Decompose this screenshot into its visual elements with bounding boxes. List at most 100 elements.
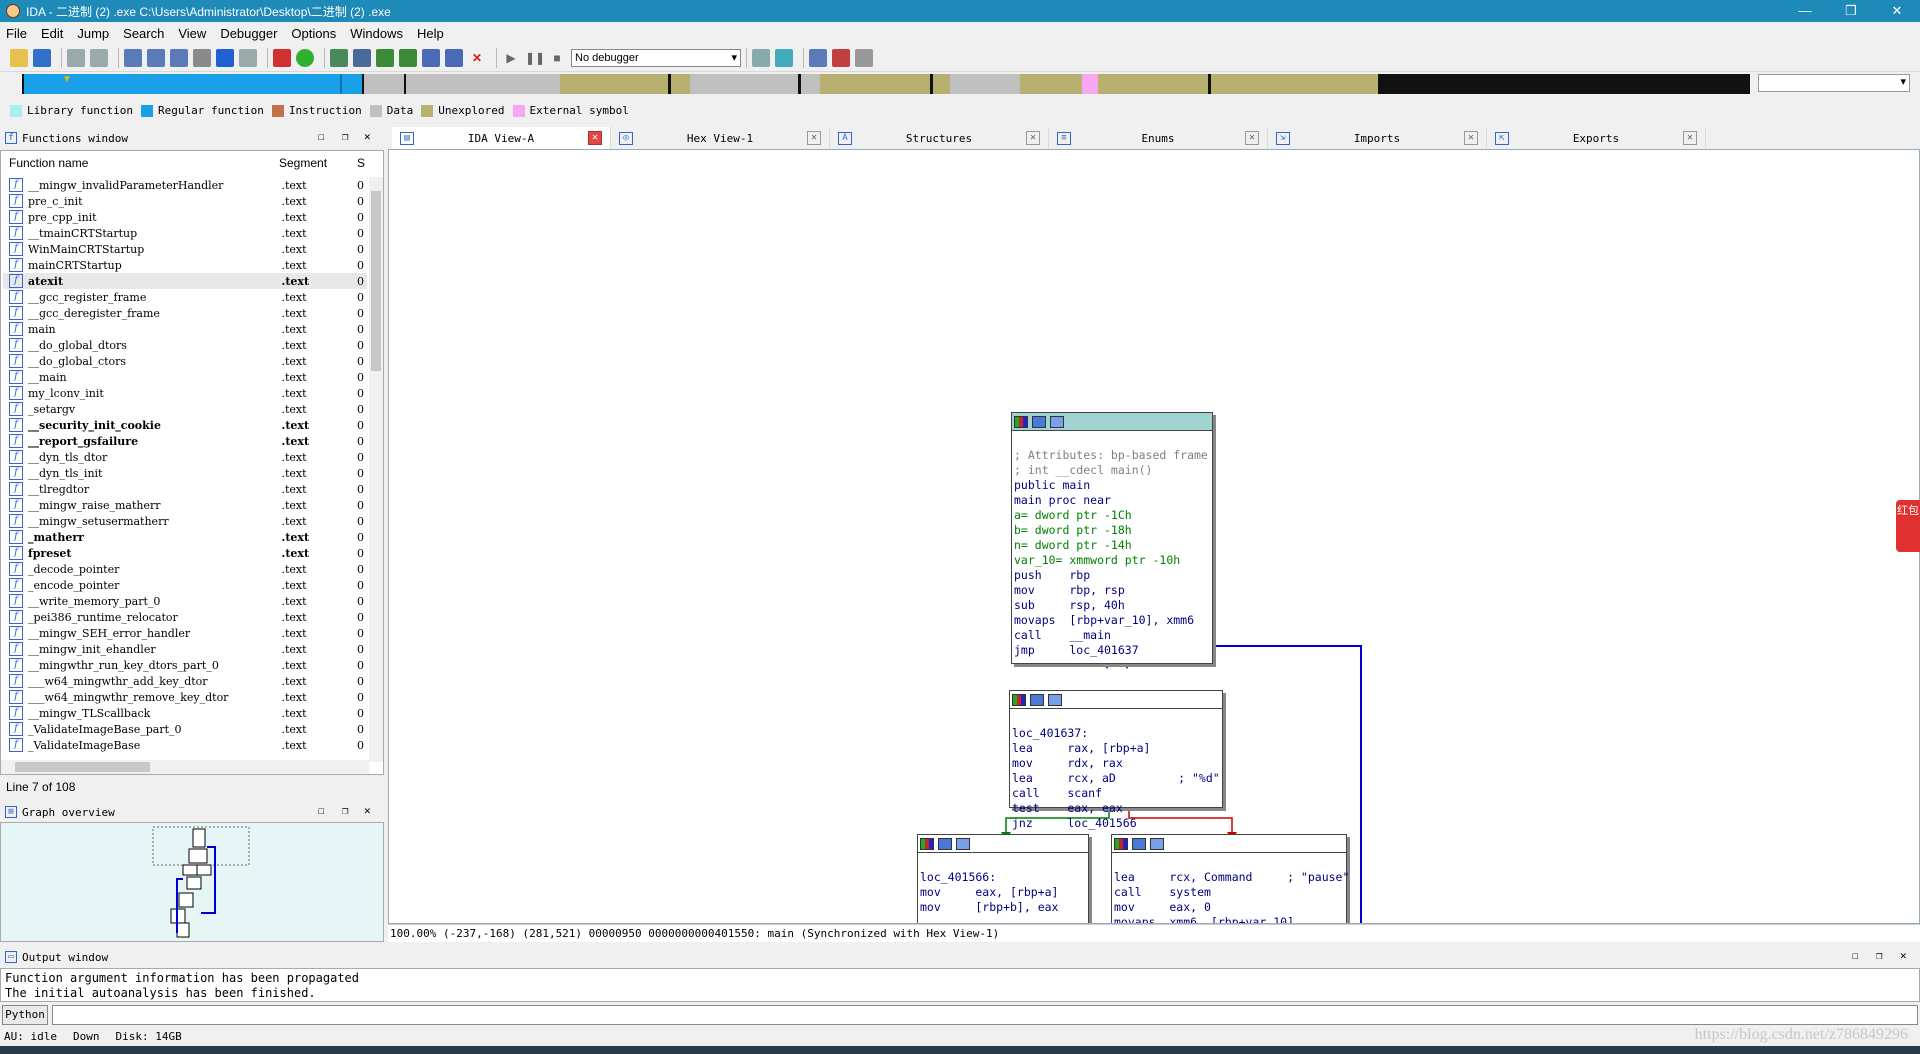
function-row[interactable]: f _ValidateImageBase .text 0 (3, 737, 367, 753)
function-row[interactable]: f _encode_pointer .text 0 (3, 577, 367, 593)
add-icon[interactable] (376, 48, 394, 67)
code-line[interactable]: mov rdx, rax (1012, 756, 1220, 771)
code-line[interactable]: sub rsp, 40h (1014, 598, 1210, 613)
add-dropdown-icon[interactable] (399, 48, 417, 67)
open-file-icon[interactable] (10, 48, 28, 67)
column-start[interactable]: S (357, 156, 365, 170)
function-row[interactable]: f __gcc_deregister_frame .text 0 (3, 305, 367, 321)
block-color-icon[interactable] (920, 837, 934, 850)
close-tab-icon[interactable]: ✕ (1026, 131, 1040, 145)
navigation-band[interactable] (22, 74, 1750, 94)
triangle-marker-icon[interactable] (273, 48, 291, 67)
breakpoint-list-icon[interactable] (809, 48, 827, 67)
float-panel-icon[interactable]: ❐ (342, 804, 349, 817)
function-row[interactable]: f __gcc_register_frame .text 0 (3, 289, 367, 305)
restore-panel-icon[interactable]: ☐ (1852, 949, 1859, 962)
code-line[interactable]: call system (1114, 885, 1344, 900)
stop-icon[interactable]: ■ (548, 49, 566, 67)
block-group-icon[interactable] (956, 837, 970, 850)
code-line[interactable]: lea rax, [rbp+a] (1012, 741, 1220, 756)
tab-hex-view-1[interactable]: ◎ Hex View-1 ✕ (611, 127, 830, 149)
block-rename-icon[interactable] (1032, 415, 1046, 428)
output-window[interactable]: Function argument information has been p… (0, 968, 1920, 1002)
close-tab-icon[interactable]: ✕ (1464, 131, 1478, 145)
function-row[interactable]: f fpreset .text 0 (3, 545, 367, 561)
float-panel-icon[interactable]: ❐ (342, 130, 349, 143)
green-circle-icon[interactable] (296, 48, 314, 67)
column-segment[interactable]: Segment (279, 156, 357, 170)
function-row[interactable]: f __write_memory_part_0 .text 0 (3, 593, 367, 609)
close-tab-icon[interactable]: ✕ (1683, 131, 1697, 145)
function-row[interactable]: f _ValidateImageBase_part_0 .text 0 (3, 721, 367, 737)
function-row[interactable]: f pre_c_init .text 0 (3, 193, 367, 209)
function-row[interactable]: f atexit .text 0 (3, 273, 367, 289)
function-row[interactable]: f mainCRTStartup .text 0 (3, 257, 367, 273)
chart-icon[interactable] (445, 48, 463, 67)
block-rename-icon[interactable] (938, 837, 952, 850)
function-row[interactable]: f __mingwthr_run_key_dtors_part_0 .text 0 (3, 657, 367, 673)
function-row[interactable]: f _setargv .text 0 (3, 401, 367, 417)
save-icon[interactable] (33, 48, 51, 67)
function-row[interactable]: f main .text 0 (3, 321, 367, 337)
function-row[interactable]: f _decode_pointer .text 0 (3, 561, 367, 577)
code-line[interactable]: call __main (1014, 628, 1210, 643)
function-row[interactable]: f __dyn_tls_init .text 0 (3, 465, 367, 481)
code-line[interactable]: lea rcx, aD ; "%d" (1012, 771, 1220, 786)
tab-enums[interactable]: ≡ Enums ✕ (1049, 127, 1268, 149)
column-function-name[interactable]: Function name (1, 156, 279, 170)
search-next-icon[interactable] (193, 48, 211, 67)
tab-exports[interactable]: ⇱ Exports ✕ (1487, 127, 1706, 149)
graph-icon[interactable] (353, 48, 371, 67)
code-line[interactable]: mov rbp, rsp (1014, 583, 1210, 598)
menu-file[interactable]: File (6, 26, 27, 41)
code-line[interactable]: mov eax, [rbp+a] (920, 885, 1086, 900)
function-row[interactable]: f __mingw_SEH_error_handler .text 0 (3, 625, 367, 641)
scrollbar-thumb[interactable] (15, 762, 150, 772)
block-rename-icon[interactable] (1132, 837, 1146, 850)
function-row[interactable]: f __do_global_dtors .text 0 (3, 337, 367, 353)
binary-search-icon[interactable] (124, 48, 142, 67)
command-input[interactable] (52, 1005, 1918, 1025)
block-color-icon[interactable] (1012, 693, 1026, 706)
debugger-select[interactable]: No debugger (571, 48, 741, 67)
function-row[interactable]: f _matherr .text 0 (3, 529, 367, 545)
code-line[interactable]: push rbp (1014, 568, 1210, 583)
pause-icon[interactable]: ❚❚ (525, 49, 545, 67)
code-line[interactable]: jnz loc_401566 (1012, 816, 1220, 831)
function-row[interactable]: f ___w64_mingwthr_add_key_dtor .text 0 (3, 673, 367, 689)
create-function-icon[interactable] (330, 48, 348, 67)
delete-breakpoint-icon[interactable] (855, 48, 873, 67)
patch-icon[interactable] (422, 48, 440, 67)
menu-edit[interactable]: Edit (41, 26, 63, 41)
tab-ida-view-a[interactable]: ▤ IDA View-A ✕ (392, 127, 611, 149)
code-line[interactable]: jmp loc_401637 (1014, 643, 1210, 658)
restore-panel-icon[interactable]: ☐ (318, 130, 325, 143)
graph-block-exit[interactable]: lea rcx, Command ; "pause" call system mov… (1111, 834, 1349, 923)
red-packet-widget[interactable]: 红包 (1896, 500, 1920, 552)
function-row[interactable]: f __report_gsfailure .text 0 (3, 433, 367, 449)
function-row[interactable]: f __do_global_ctors .text 0 (3, 353, 367, 369)
function-row[interactable]: f __mingw_TLScallback .text 0 (3, 705, 367, 721)
text-search-icon[interactable] (147, 48, 165, 67)
menu-options[interactable]: Options (291, 26, 336, 41)
function-row[interactable]: f pre_cpp_init .text 0 (3, 209, 367, 225)
close-tab-icon[interactable]: ✕ (588, 131, 602, 145)
code-line[interactable]: test eax, eax (1012, 801, 1220, 816)
forward-arrow-icon[interactable] (90, 48, 108, 67)
function-row[interactable]: f ___w64_mingwthr_remove_key_dtor .text 0 (3, 689, 367, 705)
function-row[interactable]: f __main .text 0 (3, 369, 367, 385)
block-color-icon[interactable] (1114, 837, 1128, 850)
tab-imports[interactable]: ⇲ Imports ✕ (1268, 127, 1487, 149)
code-line[interactable]: lea rcx, Command ; "pause" (1114, 870, 1349, 885)
code-line[interactable]: movaps xmm6, [rbp+var_10] (1114, 915, 1344, 923)
python-language-button[interactable]: Python (2, 1005, 48, 1025)
code-line[interactable]: mov [rbp+b], eax (920, 900, 1086, 915)
close-tab-icon[interactable]: ✕ (1245, 131, 1259, 145)
tab-structures[interactable]: A Structures ✕ (830, 127, 1049, 149)
menu-help[interactable]: Help (417, 26, 444, 41)
block-group-icon[interactable] (1150, 837, 1164, 850)
functions-vertical-scrollbar[interactable] (369, 177, 383, 762)
nav-combo-select[interactable] (1758, 74, 1910, 92)
add-breakpoint-icon[interactable] (832, 48, 850, 67)
delete-x-icon[interactable]: ✕ (468, 49, 486, 67)
